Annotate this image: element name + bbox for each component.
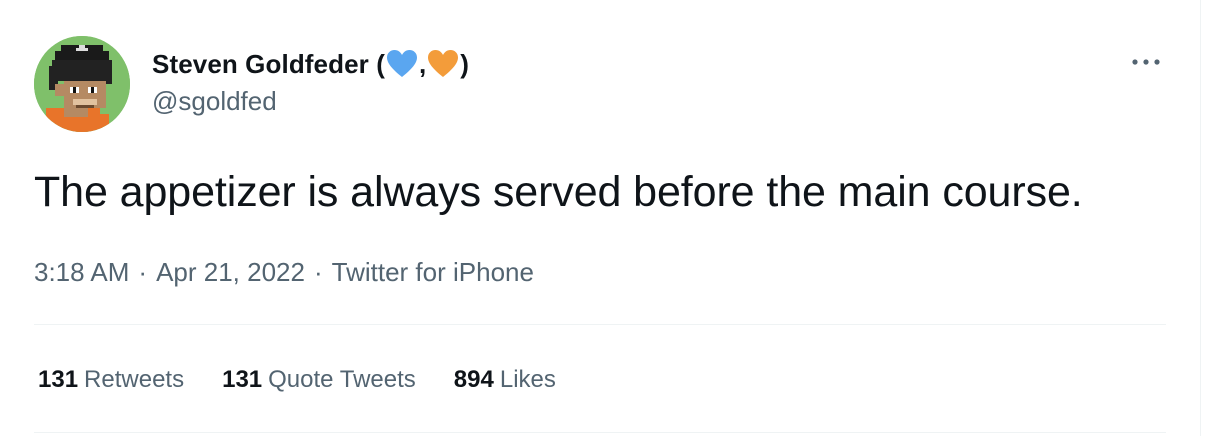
meta-separator: · (138, 257, 148, 287)
retweets-count: 131 (38, 366, 79, 393)
tweet-text: The appetizer is always served before th… (34, 168, 1083, 216)
author-name-text: Steven Goldfeder ( (152, 48, 385, 79)
avatar[interactable] (34, 36, 130, 132)
author-handle[interactable]: @sgoldfed (152, 86, 277, 117)
author-name-close: ) (460, 48, 470, 79)
divider (34, 324, 1166, 325)
pixel-ape-avatar-icon (34, 36, 130, 132)
more-button[interactable] (1126, 48, 1166, 76)
divider (34, 432, 1166, 433)
quote-tweets-count: 131 (222, 366, 263, 393)
timeline-border (1200, 0, 1201, 436)
tweet-stats: 131 Retweets 131 Quote Tweets 894 Likes (38, 362, 594, 398)
likes-stat[interactable]: 894 Likes (454, 366, 556, 394)
tweet-detail: Steven Goldfeder ( , ) @sgoldfed The app… (0, 0, 1200, 436)
likes-count: 894 (453, 366, 494, 393)
quote-tweets-label: Quote Tweets (268, 366, 416, 393)
meta-separator: · (313, 257, 323, 287)
tweet-date[interactable]: Apr 21, 2022 (156, 257, 305, 287)
blue-heart-icon (386, 49, 418, 79)
quote-tweets-stat[interactable]: 131 Quote Tweets (222, 366, 416, 394)
retweets-stat[interactable]: 131 Retweets (38, 366, 184, 394)
orange-heart-icon (427, 49, 459, 79)
author-display-name[interactable]: Steven Goldfeder ( , ) (152, 46, 469, 82)
more-horizontal-icon (1132, 59, 1160, 65)
tweet-meta: 3:18 AM · Apr 21, 2022 · Twitter for iPhone (34, 254, 534, 290)
tweet-source[interactable]: Twitter for iPhone (332, 257, 534, 287)
tweet-time[interactable]: 3:18 AM (34, 257, 129, 287)
retweets-label: Retweets (84, 366, 185, 393)
author-name-comma: , (418, 48, 427, 79)
likes-label: Likes (499, 366, 556, 393)
